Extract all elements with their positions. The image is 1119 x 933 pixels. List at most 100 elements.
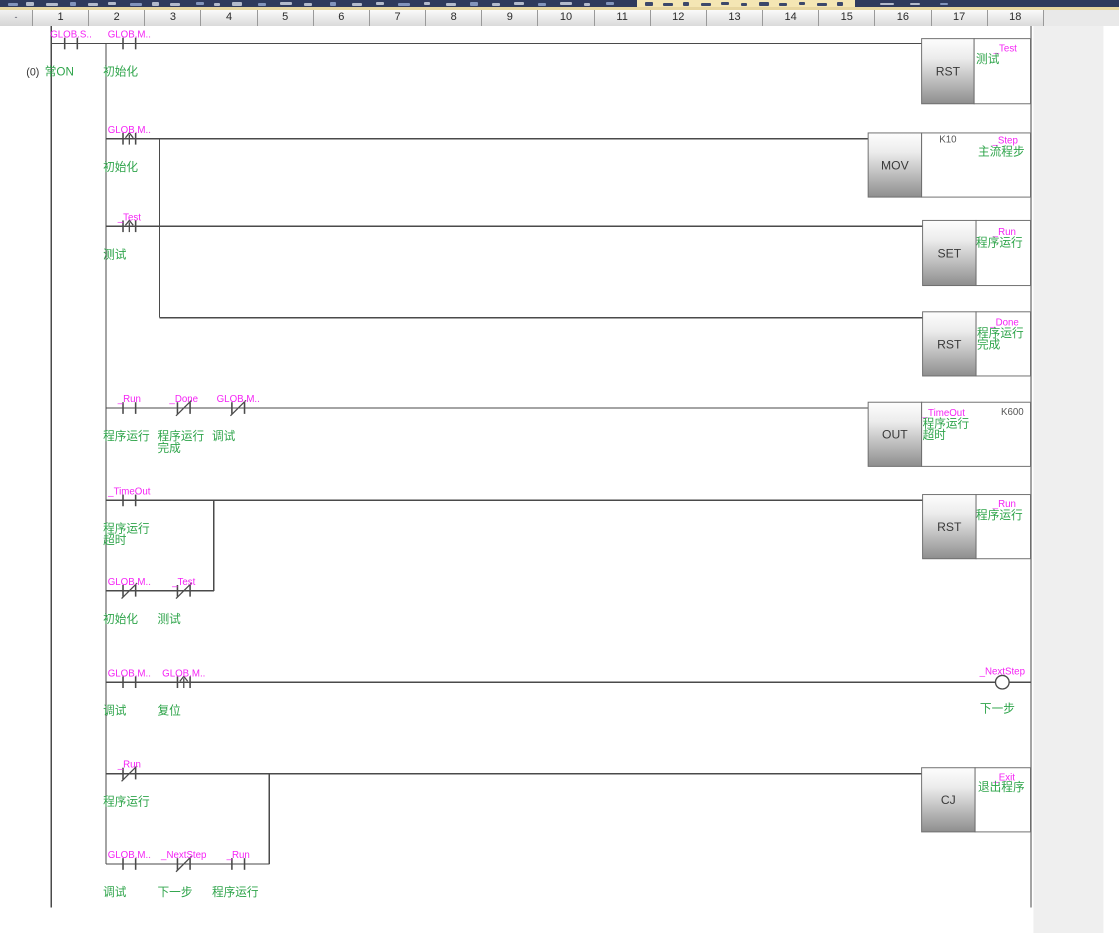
grid-corner-cell[interactable]: - [0,10,33,26]
instruction-block[interactable]: MOVK10_Step主流程步 [868,133,1030,197]
toolbar-icon-fragment [910,3,920,5]
toolbar-icon-fragment [196,2,204,5]
device-label: _TimeOut [107,487,151,498]
toolbar-icon-fragment [108,2,116,5]
column-header: 7 [370,10,426,26]
instruction-block[interactable]: OUT_TimeOutK600程序运行超时 [868,402,1030,466]
toolbar-icon-fragment [663,3,673,6]
device-comment: 调试 [103,885,127,899]
block-mnemonic: RST [937,337,962,351]
column-header: 2 [89,10,145,26]
block-mnemonic: CJ [941,793,956,807]
device-comment: 测试 [976,52,1000,66]
toolbar-icon-fragment [759,2,769,6]
toolbar-icon-fragment [721,2,729,5]
right-margin [1033,26,1103,933]
toolbar-icon-fragment [424,2,430,5]
toolbar-icon-fragment [779,3,787,6]
toolbar-icon-fragment [701,3,711,6]
block-mnemonic: RST [936,65,961,79]
instruction-block[interactable]: SET_Run程序运行 [923,220,1031,285]
ladder-canvas: (0)RST_Test测试MOVK10_Step主流程步SET_Run程序运行R… [0,26,1119,933]
column-header: 14 [763,10,819,26]
plc-ladder-editor: { "toolbar": { "bg_color": "#2f3a5d", "h… [0,0,1119,933]
column-header: 18 [988,10,1044,26]
column-header: 9 [482,10,538,26]
device-label: _Run [117,760,141,771]
rung-number: (0) [26,67,39,79]
device-comment: 初始化 [103,612,138,626]
device-label: GLOB.M.. [108,850,151,861]
block-mnemonic: OUT [882,428,908,442]
device-comment: 程序运行 [212,885,259,899]
device-label: _Run [226,850,250,861]
toolbar-icon-fragment [88,3,98,6]
column-header: 8 [426,10,482,26]
device-label: _NextStep [160,850,206,861]
toolbar-icon-fragment [376,2,384,5]
device-label: _Run [117,394,141,405]
device-comment: 程序运行 [976,236,1023,250]
device-comment: 初始化 [103,160,138,174]
column-header: 3 [145,10,201,26]
block-mnemonic: SET [938,246,962,260]
device-comment: 测试 [103,247,127,261]
device-label: _Done [168,394,198,405]
toolbar-icon-fragment [470,2,478,6]
column-header: 10 [538,10,594,26]
toolbar-strip [0,0,1119,10]
toolbar-icon-fragment [683,2,689,6]
device-comment: 程序运行 [103,429,150,443]
device-comment: 程序运行 [103,795,150,809]
block-mnemonic: MOV [881,158,910,172]
device-label: GLOB.M.. [217,394,260,405]
grid-header-filler [1044,10,1119,26]
device-comment: 常ON [45,66,74,79]
instruction-block[interactable]: RST_Done程序运行完成 [923,312,1031,376]
toolbar-icon-fragment [70,2,76,6]
device-label: GLOB.M.. [108,668,151,679]
device-comment: 程序运行 [976,508,1023,522]
toolbar-icon-fragment [837,2,843,6]
toolbar-icon-fragment [398,3,410,6]
toolbar-icon-fragment [152,2,159,6]
device-comment: 超时 [923,428,947,442]
toolbar-icon-fragment [170,3,180,6]
device-comment: 初始化 [103,65,138,79]
column-header: 17 [932,10,988,26]
device-comment: 复位 [158,703,182,717]
device-comment: 超时 [103,533,127,547]
block-mnemonic: RST [937,520,962,534]
toolbar-icon-fragment [940,3,948,5]
device-label: GLOB.M.. [108,125,151,136]
column-header: 6 [314,10,370,26]
toolbar-icon-fragment [538,3,546,6]
toolbar-icon-fragment [880,3,894,5]
operand-value: K600 [1001,407,1024,418]
device-label: GLOB.M.. [162,668,205,679]
device-comment: 完成 [977,338,1001,352]
instruction-block[interactable]: RST_Run程序运行 [923,495,1031,559]
instruction-block[interactable]: RST_Test测试 [922,39,1031,104]
device-comment: 调试 [212,429,236,443]
device-comment: 退出程序 [978,780,1025,794]
device-label: GLOB.M.. [108,30,151,41]
column-header: 4 [201,10,257,26]
toolbar-icon-fragment [46,3,58,6]
toolbar-icon-fragment [817,3,827,6]
toolbar-icon-fragment [26,2,34,6]
instruction-block[interactable]: CJ_Exit退出程序 [922,768,1031,832]
toolbar-icon-fragment [352,3,362,6]
toolbar-icon-fragment [514,2,524,5]
device-label: _NextStep [979,666,1025,677]
device-label: _Test [171,577,196,588]
toolbar-icon-fragment [258,3,266,6]
ladder-diagram: (0)RST_Test测试MOVK10_Step主流程步SET_Run程序运行R… [0,26,1119,933]
toolbar-icon-fragment [130,3,142,6]
device-label: GLOB.M.. [108,577,151,588]
toolbar-icon-fragment [492,3,500,6]
column-header: 15 [819,10,875,26]
column-header: 12 [651,10,707,26]
device-comment: 测试 [158,612,182,626]
device-comment: 主流程步 [978,144,1025,158]
